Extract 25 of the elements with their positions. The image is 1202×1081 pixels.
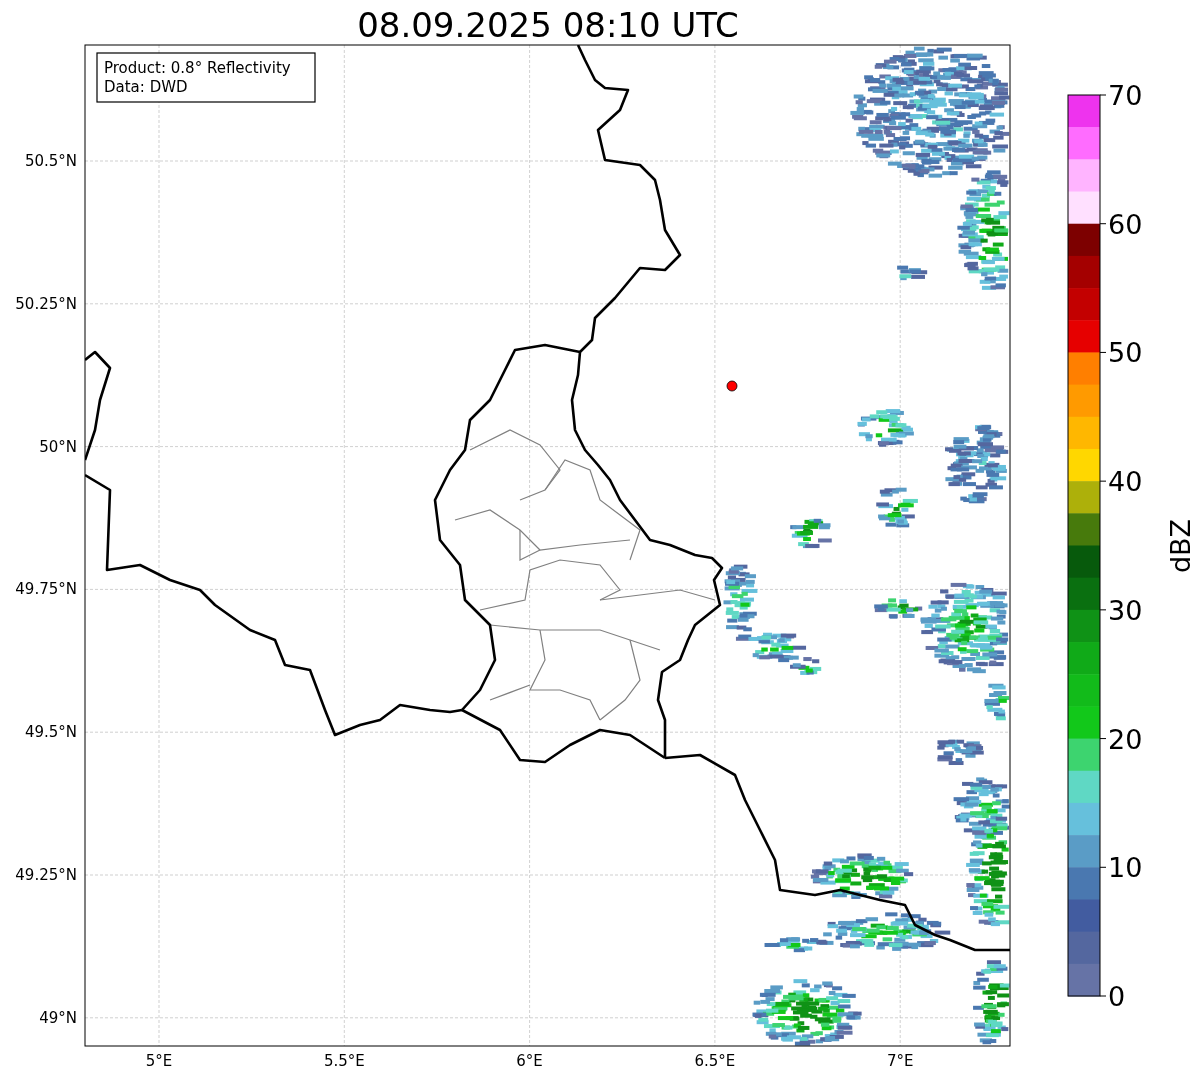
latitude-label: 49.5°N: [24, 723, 77, 742]
colorbar-tick-label: 0: [1108, 981, 1126, 1012]
latitude-label: 49°N: [39, 1008, 77, 1027]
colorbar-tick-label: 50: [1108, 337, 1143, 369]
latitude-label: 50°N: [39, 437, 77, 456]
colorbar-label: dBZ: [1165, 518, 1196, 574]
longitude-label: 5°E: [145, 1052, 173, 1070]
info-text: Product: 0.8° Reflectivity: [104, 59, 291, 77]
colorbar-tick-label: 70: [1108, 80, 1143, 111]
longitude-label: 6°E: [516, 1052, 543, 1070]
colorbar-tick-label: 10: [1108, 852, 1143, 884]
longitude-label: 6.5°E: [694, 1052, 736, 1070]
latitude-label: 49.25°N: [15, 866, 77, 884]
latitude-label: 50.25°N: [15, 294, 77, 313]
latitude-label: 50.5°N: [24, 152, 77, 170]
longitude-label: 5.5°E: [323, 1052, 365, 1070]
chart-title: 08.09.2025 08:10 UTC: [357, 5, 739, 45]
colorbar-tick-label: 40: [1108, 466, 1143, 498]
longitude-label: 7°E: [886, 1052, 914, 1070]
colorbar-tick-label: 30: [1108, 594, 1143, 626]
info-text: Data: DWD: [104, 78, 188, 96]
radar-site-marker: [726, 380, 738, 392]
colorbar-tick-label: 60: [1108, 208, 1143, 240]
colorbar-tick-label: 20: [1108, 723, 1143, 755]
latitude-label: 49.75°N: [15, 580, 77, 599]
